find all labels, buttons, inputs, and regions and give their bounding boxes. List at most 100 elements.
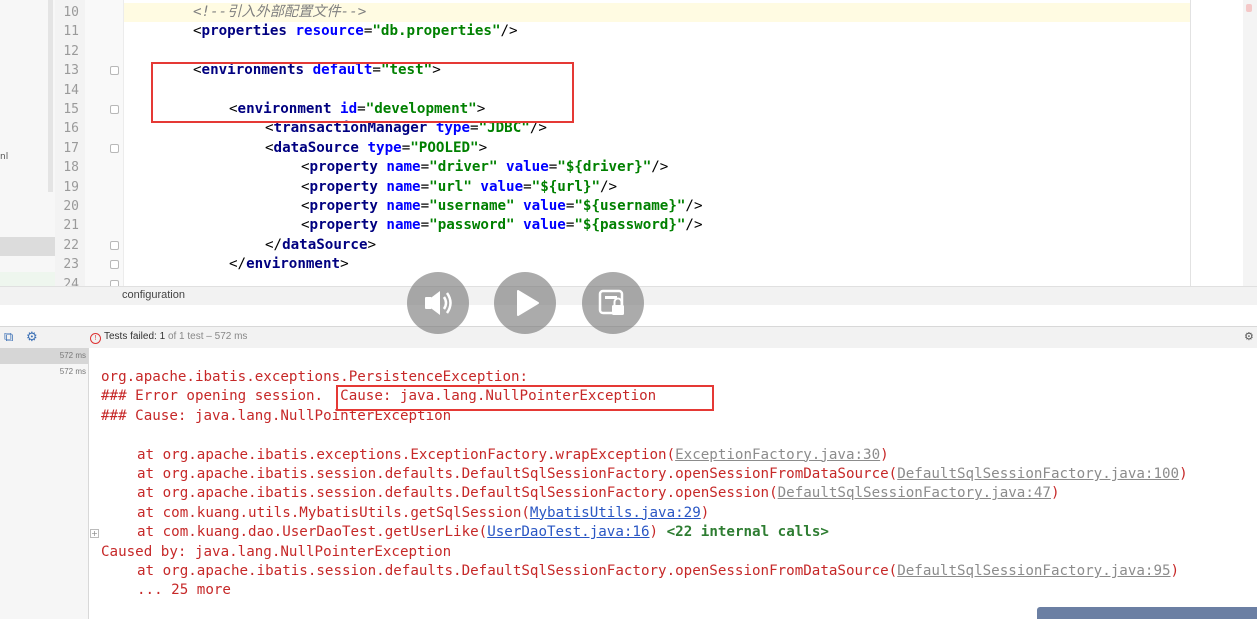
code-token: = xyxy=(420,217,430,234)
error-icon: ! xyxy=(90,333,101,344)
code-token: <!--引入外部配置文件--> xyxy=(193,4,367,20)
code-token: "${username}" xyxy=(574,198,686,214)
stack-trace-link[interactable]: DefaultSqlSessionFactory.java:100 xyxy=(897,466,1179,482)
code-token: property xyxy=(309,217,378,234)
line-number: 14 xyxy=(63,82,79,98)
code-token: type xyxy=(358,139,402,156)
panel-gear-icon[interactable]: ⚙ xyxy=(1244,330,1254,343)
status-summary: of 1 test – 572 ms xyxy=(167,331,248,342)
lock-screen-button[interactable] xyxy=(582,272,644,334)
line-number: 16 xyxy=(63,121,79,137)
console-text: at org.apache.ibatis.session.defaults.De… xyxy=(137,466,898,482)
line-number: 23 xyxy=(63,257,79,273)
code-token: dataSource xyxy=(282,236,368,253)
code-line[interactable]: <!--引入外部配置文件--> xyxy=(193,3,366,22)
fold-toggle-icon[interactable] xyxy=(110,240,119,250)
code-token: < xyxy=(301,217,310,234)
console-line: at com.kuang.dao.UserDaoTest.getUserLike… xyxy=(137,523,829,542)
project-row[interactable] xyxy=(0,272,55,286)
project-selected-row[interactable] xyxy=(0,237,55,256)
line-number: 21 xyxy=(63,218,79,234)
code-line[interactable]: </environment> xyxy=(229,255,349,274)
caption-lock-icon xyxy=(598,289,624,315)
code-line[interactable]: <properties resource="db.properties"/> xyxy=(193,22,518,41)
stack-trace-link[interactable]: MybatisUtils.java:29 xyxy=(530,505,701,521)
code-token: = xyxy=(548,159,558,176)
console-text: at com.kuang.utils.MybatisUtils.getSqlSe… xyxy=(137,504,530,521)
editor-scrollbar[interactable] xyxy=(1243,0,1257,286)
line-number: 20 xyxy=(63,199,79,214)
code-token: = xyxy=(420,198,430,214)
code-token: name xyxy=(377,159,421,176)
panel-divider[interactable] xyxy=(48,0,53,192)
stack-trace-link[interactable]: DefaultSqlSessionFactory.java:95 xyxy=(897,563,1170,579)
project-panel-text: nl xyxy=(0,152,9,162)
code-token: "password" xyxy=(429,217,515,234)
code-token: > xyxy=(340,256,349,273)
console-line: at org.apache.ibatis.exceptions.Exceptio… xyxy=(137,446,889,465)
code-token: properties xyxy=(201,23,287,40)
code-line[interactable]: </dataSource> xyxy=(265,236,376,255)
code-line[interactable]: <property name="driver" value="${driver}… xyxy=(301,158,668,177)
breadcrumb-item[interactable]: configuration xyxy=(122,289,185,301)
console-line: Caused by: java.lang.NullPointerExceptio… xyxy=(101,543,451,562)
code-token: /> xyxy=(600,178,618,195)
console-text: org.apache.ibatis.exceptions.Persistence… xyxy=(101,369,529,385)
stack-trace-link[interactable]: ExceptionFactory.java:30 xyxy=(675,447,880,463)
code-token: /> xyxy=(651,159,669,176)
code-token: "driver" xyxy=(429,159,498,176)
console-text: Caused by: java.lang.NullPointerExceptio… xyxy=(101,543,452,560)
stack-trace-link[interactable]: UserDaoTest.java:16 xyxy=(487,524,649,540)
expand-internal-calls-icon[interactable]: + xyxy=(90,529,99,538)
code-token: "db.properties" xyxy=(372,23,501,40)
console-text: at com.kuang.dao.UserDaoTest.getUserLike… xyxy=(137,524,488,541)
code-editor[interactable]: nl <!--引入外部配置文件--> <properties resource="… xyxy=(0,0,1257,286)
error-stripe-marker[interactable] xyxy=(1246,4,1252,12)
status-failed-count: 1 xyxy=(159,331,166,342)
code-token: < xyxy=(193,23,202,40)
code-token: > xyxy=(478,139,488,156)
console-text: ) xyxy=(880,446,889,463)
code-token: < xyxy=(301,198,310,214)
code-token: < xyxy=(265,139,274,156)
code-text-area[interactable]: <!--引入外部配置文件--> <properties resource="db.… xyxy=(124,0,1190,286)
code-token: /> xyxy=(500,23,518,40)
code-token: < xyxy=(301,159,310,176)
code-token: property xyxy=(309,198,378,214)
code-token: "url" xyxy=(429,178,472,195)
export-results-icon[interactable]: ⧉ xyxy=(4,330,13,345)
fold-toggle-icon[interactable] xyxy=(110,143,119,153)
fold-toggle-icon[interactable] xyxy=(110,260,119,270)
test-time: 572 ms xyxy=(59,367,86,376)
code-token: "username" xyxy=(429,198,515,214)
line-number: 15 xyxy=(63,102,79,117)
code-token: "${driver}" xyxy=(557,159,652,176)
code-line[interactable]: <property name="url" value="${url}"/> xyxy=(301,178,617,197)
code-token: = xyxy=(420,159,430,176)
settings-gear-icon[interactable]: ⚙ xyxy=(26,330,38,345)
test-status: ! Tests failed: 1 of 1 test – 572 ms xyxy=(90,331,247,344)
code-line[interactable]: <property name="username" value="${usern… xyxy=(301,197,703,216)
fold-toggle-icon[interactable] xyxy=(110,66,119,76)
play-button[interactable] xyxy=(494,272,556,334)
console-line: ... 25 more xyxy=(137,581,231,600)
stack-trace-link[interactable]: DefaultSqlSessionFactory.java:47 xyxy=(778,485,1051,501)
console-text: ) xyxy=(1050,485,1060,502)
console-text: at org.apache.ibatis.session.defaults.De… xyxy=(137,563,898,579)
code-token: /> xyxy=(685,217,703,234)
code-line[interactable]: <dataSource type="POOLED"> xyxy=(265,139,487,158)
code-token: "${password}" xyxy=(574,217,686,234)
test-tree[interactable]: 572 ms 572 ms xyxy=(0,348,89,619)
code-token: "POOLED" xyxy=(410,139,479,156)
fold-toggle-icon[interactable] xyxy=(110,105,119,114)
code-token: value xyxy=(514,217,566,234)
line-number: 17 xyxy=(63,140,79,156)
line-number: 18 xyxy=(63,160,79,176)
code-token: /> xyxy=(685,198,703,214)
code-token: = xyxy=(420,178,430,195)
code-token: value xyxy=(514,198,566,214)
code-line[interactable]: <property name="password" value="${passw… xyxy=(301,216,703,235)
notification-toast[interactable] xyxy=(1037,607,1257,619)
volume-button[interactable] xyxy=(407,272,469,334)
internal-calls-toggle[interactable]: <22 internal calls> xyxy=(667,524,829,540)
